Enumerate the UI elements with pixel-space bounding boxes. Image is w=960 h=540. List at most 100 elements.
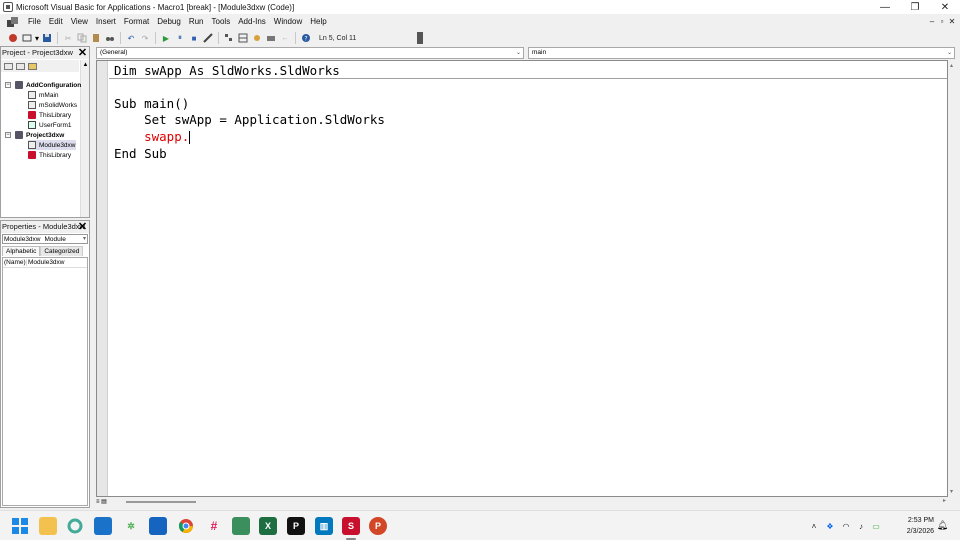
reset-icon[interactable]: ■	[187, 31, 201, 45]
tree-node-mmain[interactable]: mMain	[28, 90, 59, 100]
chevron-down-icon[interactable]: ▾	[83, 235, 86, 244]
scroll-right-icon[interactable]: ▸	[943, 497, 946, 504]
excel-icon[interactable]: X	[259, 517, 277, 535]
menu-format[interactable]: Format	[120, 14, 153, 30]
properties-panel-close-icon[interactable]: ✕	[77, 221, 88, 233]
menu-debug[interactable]: Debug	[153, 14, 185, 30]
undo-icon[interactable]: ↶	[124, 31, 138, 45]
code-line[interactable]: Dim swApp As SldWorks.SldWorks	[114, 63, 340, 78]
mdi-close-button[interactable]: ✕	[946, 14, 958, 30]
property-row[interactable]: (Name) Module3dxw	[3, 258, 87, 268]
object-select[interactable]: Module3dxw Module ▾	[2, 234, 88, 244]
paste-icon[interactable]	[89, 31, 103, 45]
menu-file[interactable]: File	[24, 14, 45, 30]
outlook-icon[interactable]	[149, 517, 167, 535]
menu-help[interactable]: Help	[306, 14, 330, 30]
tree-node-msolidworks[interactable]: mSolidWorks	[28, 100, 77, 110]
find-icon[interactable]	[103, 31, 117, 45]
project-panel-scrollbar[interactable]: ▲	[80, 60, 89, 217]
code-editor[interactable]: Dim swApp As SldWorks.SldWorks Sub main(…	[96, 60, 948, 497]
project-explorer-icon[interactable]	[222, 31, 236, 45]
menu-tools[interactable]: Tools	[208, 14, 235, 30]
code-line[interactable]: Set swApp = Application.SldWorks	[114, 112, 385, 127]
toggle-folders-icon[interactable]	[28, 62, 37, 70]
run-icon[interactable]: ▶	[159, 31, 173, 45]
code-horizontal-scrollbar[interactable]: ≡ ▤ ▸	[96, 497, 948, 506]
insert-module-icon[interactable]	[20, 31, 34, 45]
menu-run[interactable]: Run	[185, 14, 208, 30]
restore-button[interactable]: ❐	[900, 0, 930, 14]
panel-splitter[interactable]	[90, 46, 95, 508]
tree-node-thislibrary[interactable]: ThisLibrary	[28, 110, 71, 120]
view-object-icon[interactable]	[16, 62, 25, 70]
chevron-down-icon[interactable]: ⌄	[516, 48, 521, 58]
trello-icon[interactable]: ▥	[315, 517, 333, 535]
excel-view-icon[interactable]	[6, 16, 20, 28]
minimize-button[interactable]: —	[870, 0, 900, 14]
property-value[interactable]: Module3dxw	[27, 259, 65, 266]
excel-icon[interactable]	[6, 31, 20, 45]
code-margin-indicator-bar[interactable]	[97, 61, 108, 496]
p-app-icon[interactable]: P	[287, 517, 305, 535]
chevron-up-icon[interactable]: ˄	[806, 522, 822, 531]
menu-add-ins[interactable]: Add-Ins	[234, 14, 270, 30]
redo-icon[interactable]: ↷	[138, 31, 152, 45]
notepad-icon[interactable]	[232, 517, 250, 535]
collapse-icon[interactable]: −	[5, 132, 11, 138]
code-vertical-scrollbar[interactable]: ▴ ▾	[948, 60, 955, 497]
copilot-icon[interactable]	[66, 517, 84, 535]
toolbox-icon[interactable]	[264, 31, 278, 45]
cut-icon[interactable]: ✂	[61, 31, 75, 45]
properties-panel: Properties - Module3dxw ✕ Module3dxw Mod…	[0, 220, 90, 508]
tab-categorized[interactable]: Categorized	[40, 246, 84, 256]
design-mode-icon[interactable]	[201, 31, 215, 45]
tree-node-module3dxw[interactable]: Module3dxw	[28, 140, 76, 150]
notification-bell-icon[interactable]: 🔔︎	[937, 520, 948, 531]
menu-view[interactable]: View	[67, 14, 92, 30]
copy-icon[interactable]	[75, 31, 89, 45]
code-line[interactable]: End Sub	[114, 146, 167, 161]
scroll-down-icon[interactable]: ▾	[948, 488, 955, 495]
windows-start-icon[interactable]	[11, 517, 29, 535]
slack-icon[interactable]: #	[205, 517, 223, 535]
tree-node-project3dxw[interactable]: Project3dxw	[15, 130, 64, 140]
chrome-icon[interactable]	[177, 517, 195, 535]
procedure-combo[interactable]: main ⌄	[528, 47, 955, 59]
file-explorer-icon[interactable]	[39, 517, 57, 535]
collapse-icon[interactable]: −	[5, 82, 11, 88]
menu-insert[interactable]: Insert	[92, 14, 120, 30]
close-button[interactable]: ✕	[930, 0, 960, 14]
chevron-down-icon[interactable]: ⌄	[947, 48, 952, 58]
settings-gear-icon[interactable]: ✲	[122, 517, 140, 535]
taskbar-clock[interactable]: 2:53 PM 2/3/2026	[907, 515, 934, 537]
procedure-view-toggle-icon[interactable]: ≡ ▤	[96, 498, 116, 505]
help-icon[interactable]: ?	[299, 31, 313, 45]
tab-alphabetic[interactable]: Alphabetic	[2, 246, 41, 256]
object-combo[interactable]: (General) ⌄	[96, 47, 524, 59]
code-line[interactable]: Sub main()	[114, 96, 189, 111]
tree-node-thislibrary[interactable]: ThisLibrary	[28, 150, 71, 160]
project-panel-close-icon[interactable]: ✕	[77, 47, 88, 59]
break-icon[interactable]: ⏸	[173, 31, 187, 45]
tree-node-userform1[interactable]: UserForm1	[28, 120, 72, 130]
tree-node-addconfiguration[interactable]: AddConfiguration	[15, 80, 81, 90]
properties-window-icon[interactable]	[236, 31, 250, 45]
menu-edit[interactable]: Edit	[45, 14, 67, 30]
toolbar-options-grip[interactable]	[417, 32, 423, 44]
solidworks-icon[interactable]: S	[342, 517, 360, 535]
battery-icon[interactable]: ▭	[868, 522, 884, 531]
view-code-icon[interactable]	[4, 62, 13, 70]
volume-icon[interactable]: ♪	[854, 522, 868, 531]
scroll-up-icon[interactable]: ▴	[948, 62, 955, 69]
powerpoint-icon[interactable]: P	[369, 517, 387, 535]
save-icon[interactable]	[40, 31, 54, 45]
module-icon	[28, 101, 36, 109]
scroll-up-icon[interactable]: ▲	[82, 62, 89, 68]
object-browser-icon[interactable]	[250, 31, 264, 45]
wifi-icon[interactable]: ◠	[838, 522, 854, 531]
dropbox-icon[interactable]: ❖	[822, 522, 838, 531]
code-line-error[interactable]: swapp.	[114, 129, 191, 144]
scrollbar-thumb[interactable]	[126, 501, 196, 503]
menu-window[interactable]: Window	[270, 14, 306, 30]
calendar-app-icon[interactable]	[94, 517, 112, 535]
